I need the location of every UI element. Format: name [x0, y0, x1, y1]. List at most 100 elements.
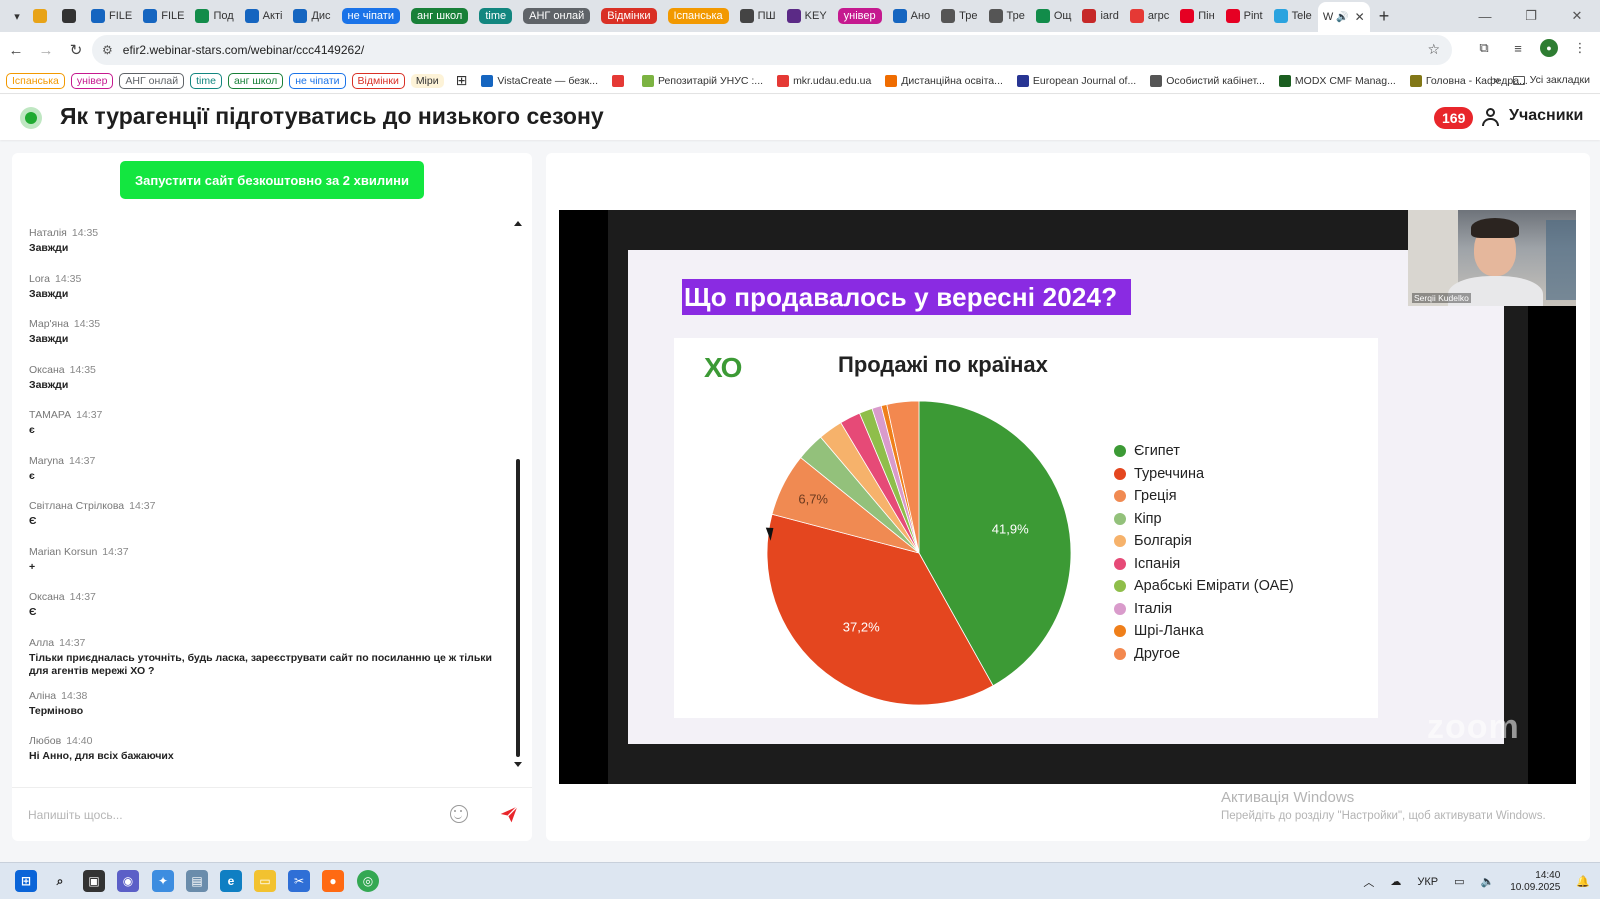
media-control-icon[interactable]: ≡: [1506, 36, 1530, 60]
browser-tab[interactable]: Ано: [888, 3, 936, 29]
browser-tab[interactable]: arpc: [1125, 3, 1174, 29]
browser-tab[interactable]: АНГ онлай: [518, 3, 595, 29]
snipping-tool-icon[interactable]: ✂: [288, 870, 310, 892]
browser-tab[interactable]: не чіпати: [337, 3, 405, 29]
launch-site-button[interactable]: Запустити сайт безкоштовно за 2 хвилини: [120, 161, 424, 199]
search-icon[interactable]: ⌕: [49, 870, 71, 892]
browser-tab[interactable]: Тре: [936, 3, 982, 29]
participants-button[interactable]: Учасники: [1509, 107, 1583, 125]
notifications-icon[interactable]: 🔔: [1576, 875, 1590, 888]
legend-swatch: [1114, 445, 1126, 458]
tray-overflow-icon[interactable]: ︿: [1363, 874, 1374, 890]
chat-app-icon[interactable]: ◉: [117, 870, 139, 892]
bookmark-item[interactable]: Особистий кабінет...: [1150, 74, 1265, 87]
volume-icon[interactable]: 🔈: [1481, 875, 1495, 888]
browser-tab[interactable]: KEY: [782, 3, 832, 29]
browser-tab[interactable]: FILE: [86, 3, 137, 29]
maximize-icon[interactable]: ❐: [1508, 0, 1554, 32]
forward-icon[interactable]: →: [32, 36, 60, 64]
bookmark-item[interactable]: Репозитарій УНУС :...: [642, 74, 763, 87]
language-indicator[interactable]: УКР: [1417, 876, 1438, 888]
apps-grid-icon[interactable]: ⊞: [456, 72, 468, 89]
browser-tab[interactable]: Відмінки: [596, 3, 661, 29]
browser-tab[interactable]: Pint: [1221, 3, 1268, 29]
bookmark-item[interactable]: VistaCreate — безк...: [481, 74, 598, 87]
minimize-icon[interactable]: —: [1462, 0, 1508, 32]
tab-favicon-icon: [739, 9, 754, 23]
video-stream[interactable]: Що продавалось у вересні 2024? XO Продаж…: [559, 210, 1576, 784]
browser-tab[interactable]: Іспанська: [663, 3, 734, 29]
photos-icon[interactable]: ▤: [186, 870, 208, 892]
chrome-icon[interactable]: ◎: [357, 870, 379, 892]
bookmark-item[interactable]: Головна - Кафедра...: [1409, 74, 1528, 87]
browser-tab[interactable]: Тре: [984, 3, 1030, 29]
participants-count-badge[interactable]: 169: [1434, 107, 1474, 129]
scroll-down-icon[interactable]: [514, 762, 522, 767]
browser-tab[interactable]: універ: [833, 3, 887, 29]
start-icon[interactable]: ⊞: [15, 870, 37, 892]
speaker-video-tile[interactable]: Serqii Kudelko: [1408, 210, 1576, 306]
reload-icon[interactable]: ↻: [62, 36, 90, 64]
profile-avatar[interactable]: ●: [1540, 39, 1558, 57]
legend-label: Арабські Емірати (ОАЕ): [1134, 578, 1294, 595]
browser-tab[interactable]: ПШ: [735, 3, 781, 29]
tab-favicon-icon: [62, 9, 76, 23]
browser-tab[interactable]: Акті: [240, 3, 288, 29]
bookmark-item[interactable]: mkr.udau.edu.ua: [777, 74, 871, 87]
bookmark-item[interactable]: Дистанційна освіта...: [885, 74, 1003, 87]
close-tab-icon[interactable]: ✕: [1355, 10, 1365, 24]
back-icon[interactable]: ←: [2, 36, 30, 64]
browser-tab[interactable]: Ощ: [1031, 3, 1077, 29]
network-icon[interactable]: ▭: [1454, 875, 1464, 888]
browser-tab[interactable]: FILE: [138, 3, 189, 29]
emoji-icon[interactable]: [450, 805, 468, 823]
browser-tab[interactable]: Пін: [1175, 3, 1219, 29]
bookmark-item[interactable]: time: [190, 72, 222, 89]
bookmark-item[interactable]: Іспанська: [6, 72, 65, 89]
send-icon[interactable]: [499, 804, 519, 824]
scrollbar-thumb[interactable]: [516, 459, 520, 757]
chat-message-list[interactable]: Наталія 14:35 Завжди Lora 14:35 Завжди Мар'яна…: [29, 227, 499, 767]
scroll-up-icon[interactable]: [514, 221, 522, 226]
all-bookmarks-button[interactable]: Усі закладки: [1512, 74, 1590, 86]
browser-tab[interactable]: Tele: [1269, 3, 1317, 29]
close-window-icon[interactable]: ✕: [1554, 0, 1600, 32]
extensions-icon[interactable]: ⧉: [1472, 36, 1496, 60]
bookmark-item[interactable]: Відмінки: [351, 72, 405, 89]
active-tab[interactable]: W 🔊 ✕: [1317, 2, 1370, 32]
site-settings-icon[interactable]: ⚙: [102, 43, 113, 57]
chat-message-input[interactable]: [28, 802, 428, 828]
bookmark-star-icon[interactable]: ☆: [1427, 41, 1440, 58]
new-tab-button[interactable]: +: [1379, 6, 1390, 27]
tab-search-icon[interactable]: ▾: [6, 5, 28, 27]
edge-icon[interactable]: e: [220, 870, 242, 892]
browser-tab[interactable]: анг школ: [406, 3, 473, 29]
copilot-icon[interactable]: ✦: [152, 870, 174, 892]
menu-kebab-icon[interactable]: ⋮: [1568, 36, 1592, 60]
browser-tab[interactable]: Дис: [288, 3, 335, 29]
user-icon[interactable]: [1481, 107, 1501, 127]
chat-scrollbar[interactable]: [514, 221, 522, 767]
onedrive-icon[interactable]: ☁: [1390, 875, 1401, 888]
task-view-icon[interactable]: ▣: [83, 870, 105, 892]
browser-tab[interactable]: iard: [1077, 3, 1123, 29]
bookmark-item[interactable]: MODX CMF Manag...: [1278, 74, 1396, 87]
url-input[interactable]: ⚙ efir2.webinar-stars.com/webinar/ccc414…: [92, 35, 1452, 65]
bookmark-item[interactable]: [612, 74, 628, 87]
legend-swatch: [1114, 535, 1126, 548]
bookmark-item[interactable]: European Journal of...: [1016, 74, 1136, 87]
browser-tab[interactable]: Под: [190, 3, 238, 29]
bookmark-item[interactable]: анг школ: [227, 72, 284, 89]
tab-group-label: універ: [837, 8, 882, 24]
bookmark-item[interactable]: не чіпати: [289, 72, 346, 89]
clock[interactable]: 14:40 10.09.2025: [1510, 870, 1560, 894]
browser-tab[interactable]: [57, 3, 85, 29]
bookmark-item[interactable]: універ: [70, 72, 114, 89]
firefox-icon[interactable]: ●: [322, 870, 344, 892]
browser-tab[interactable]: time: [474, 3, 517, 29]
file-explorer-icon[interactable]: ▭: [254, 870, 276, 892]
browser-tab[interactable]: [28, 3, 56, 29]
bookmarks-overflow-icon[interactable]: »: [1493, 73, 1500, 87]
bookmark-item[interactable]: Міри: [410, 73, 444, 88]
bookmark-item[interactable]: АНГ онлай: [119, 72, 185, 89]
